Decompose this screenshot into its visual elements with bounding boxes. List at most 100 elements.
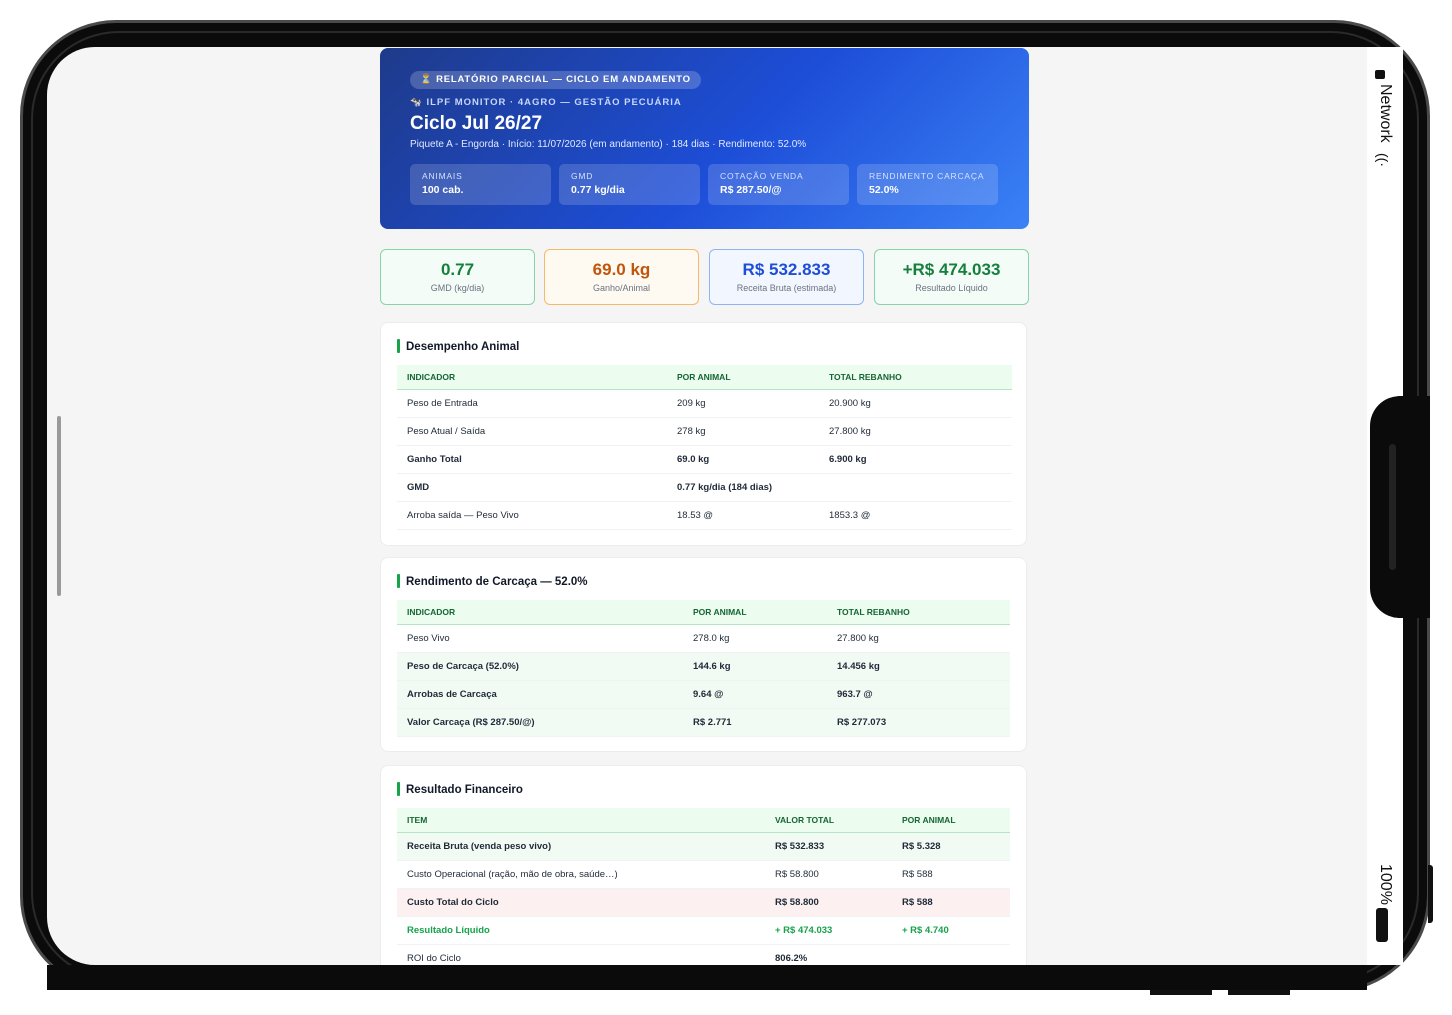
cell: 6.900 kg <box>819 445 1012 474</box>
kpi-resultado: +R$ 474.033 Resultado Líquido <box>874 249 1029 305</box>
summary-card-label: ANIMAIS <box>422 171 463 181</box>
table-row: Peso de Carcaça (52.0%) 144.6 kg 14.456 … <box>397 652 1010 681</box>
column-header: TOTAL REBANHO <box>827 600 1010 625</box>
summary-card-value: 100 cab. <box>422 184 464 196</box>
cell: Peso de Entrada <box>397 389 667 418</box>
cell: Ganho Total <box>397 445 667 474</box>
cell: 963.7 @ <box>827 680 1010 709</box>
cell: Custo Total do Ciclo <box>397 888 765 917</box>
kpi-label: Receita Bruta (estimada) <box>736 283 837 293</box>
cell: Receita Bruta (venda peso vivo) <box>397 832 765 861</box>
cell <box>819 473 1012 502</box>
cell: R$ 58.800 <box>765 888 892 917</box>
table-row: Valor Carcaça (R$ 287.50/@) R$ 2.771 R$ … <box>397 708 1010 737</box>
scroll-indicator[interactable] <box>57 416 61 596</box>
column-header: POR ANIMAL <box>667 365 819 390</box>
cell: 9.64 @ <box>683 680 827 709</box>
cell: 20.900 kg <box>819 389 1012 418</box>
camera-notch <box>1370 396 1430 618</box>
column-header: TOTAL REBANHO <box>819 365 1012 390</box>
cell: R$ 277.073 <box>827 708 1010 737</box>
cell: 278 kg <box>667 417 819 446</box>
cell: Custo Operacional (ração, mão de obra, s… <box>397 860 765 889</box>
column-header: POR ANIMAL <box>892 808 1010 833</box>
cycle-meta: Piquete A - Engorda · Início: 11/07/2026… <box>410 139 807 150</box>
financeiro-table: ITEM VALOR TOTAL POR ANIMAL Receita Brut… <box>397 808 1010 973</box>
cell: Valor Carcaça (R$ 287.50/@) <box>397 708 683 737</box>
cell: 14.456 kg <box>827 652 1010 681</box>
cell: 144.6 kg <box>683 652 827 681</box>
carcaca-card: Rendimento de Carcaça — 52.0% INDICADOR … <box>380 557 1027 752</box>
column-header: INDICADOR <box>397 365 667 390</box>
table-row: Ganho Total 69.0 kg 6.900 kg <box>397 445 1012 474</box>
volume-up-button <box>1150 990 1212 995</box>
cell: 18.53 @ <box>667 501 819 530</box>
kpi-receita: R$ 532.833 Receita Bruta (estimada) <box>709 249 864 305</box>
carcaca-table: INDICADOR POR ANIMAL TOTAL REBANHO Peso … <box>397 600 1010 737</box>
kpi-value: R$ 532.833 <box>742 260 831 279</box>
partial-report-badge: ⏳ RELATÓRIO PARCIAL — CICLO EM ANDAMENTO <box>410 71 701 89</box>
cell: GMD <box>397 473 667 502</box>
cell: Arrobas de Carcaça <box>397 680 683 709</box>
cell: Peso de Carcaça (52.0%) <box>397 652 683 681</box>
cell: + R$ 4.740 <box>892 916 1010 945</box>
cycle-title: Ciclo Jul 26/27 <box>410 113 543 134</box>
cell: R$ 588 <box>892 860 1010 889</box>
table-row: Receita Bruta (venda peso vivo) R$ 532.8… <box>397 832 1010 861</box>
summary-card-value: 0.77 kg/dia <box>571 184 625 196</box>
cell: R$ 58.800 <box>765 860 892 889</box>
kpi-label: Ganho/Animal <box>592 283 651 293</box>
desempenho-table: INDICADOR POR ANIMAL TOTAL REBANHO Peso … <box>397 365 1012 530</box>
cell: R$ 2.771 <box>683 708 827 737</box>
table-row: Peso Atual / Saída 278 kg 27.800 kg <box>397 417 1012 446</box>
cell: Peso Vivo <box>397 624 683 653</box>
summary-cards: ANIMAIS 100 cab. GMD 0.77 kg/dia COTAÇÃO… <box>410 164 998 205</box>
app-subtitle: 🐄 ILPF MONITOR · 4AGRO — GESTÃO PECUÁRIA <box>410 97 682 108</box>
cell: 278.0 kg <box>683 624 827 653</box>
cell: 209 kg <box>667 389 819 418</box>
section-title: Resultado Financeiro <box>397 782 523 796</box>
column-header: VALOR TOTAL <box>765 808 892 833</box>
summary-card-rendimento: RENDIMENTO CARCAÇA 52.0% <box>857 164 998 205</box>
battery-icon <box>1376 908 1388 942</box>
kpi-value: +R$ 474.033 <box>902 260 1001 279</box>
summary-card-value: 52.0% <box>869 184 899 196</box>
cell: 1853.3 @ <box>819 501 1012 530</box>
column-header: ITEM <box>397 808 765 833</box>
kpi-label: Resultado Líquido <box>915 283 988 293</box>
section-title: Rendimento de Carcaça — 52.0% <box>397 574 588 588</box>
cell: 0.77 kg/dia (184 dias) <box>667 473 819 502</box>
summary-card-label: GMD <box>571 171 594 181</box>
cell: R$ 532.833 <box>765 832 892 861</box>
table-row: Custo Operacional (ração, mão de obra, s… <box>397 860 1010 889</box>
kpi-value: 69.0 kg <box>592 260 651 279</box>
summary-card-label: COTAÇÃO VENDA <box>720 171 804 181</box>
summary-card-cotacao: COTAÇÃO VENDA R$ 287.50/@ <box>708 164 849 205</box>
column-header: POR ANIMAL <box>683 600 827 625</box>
kpi-label: GMD (kg/dia) <box>430 283 485 293</box>
volume-down-button <box>1228 990 1290 995</box>
cell: Peso Atual / Saída <box>397 417 667 446</box>
report-header: ⏳ RELATÓRIO PARCIAL — CICLO EM ANDAMENTO… <box>380 48 1029 229</box>
desempenho-card: Desempenho Animal INDICADOR POR ANIMAL T… <box>380 322 1027 546</box>
kpi-value: 0.77 <box>440 260 475 279</box>
cell: 27.800 kg <box>827 624 1010 653</box>
cell: Resultado Líquido <box>397 916 765 945</box>
table-row: Peso Vivo 278.0 kg 27.800 kg <box>397 624 1010 653</box>
table-row: Arroba saída — Peso Vivo 18.53 @ 1853.3 … <box>397 501 1012 530</box>
cell: Arroba saída — Peso Vivo <box>397 501 667 530</box>
summary-card-value: R$ 287.50/@ <box>720 184 782 196</box>
cell: R$ 588 <box>892 888 1010 917</box>
network-label: Network <box>1377 84 1394 143</box>
wifi-icon: ((· <box>1375 153 1391 167</box>
kpi-ganho: 69.0 kg Ganho/Animal <box>544 249 699 305</box>
table-row: Arrobas de Carcaça 9.64 @ 963.7 @ <box>397 680 1010 709</box>
column-header: INDICADOR <box>397 600 683 625</box>
kpi-gmd: 0.77 GMD (kg/dia) <box>380 249 535 305</box>
table-row: Custo Total do Ciclo R$ 58.800 R$ 588 <box>397 888 1010 917</box>
cell: 69.0 kg <box>667 445 819 474</box>
table-row: Resultado Líquido + R$ 474.033 + R$ 4.74… <box>397 916 1010 945</box>
financeiro-card: Resultado Financeiro ITEM VALOR TOTAL PO… <box>380 765 1027 975</box>
lock-icon <box>1375 70 1385 79</box>
summary-card-animais: ANIMAIS 100 cab. <box>410 164 551 205</box>
